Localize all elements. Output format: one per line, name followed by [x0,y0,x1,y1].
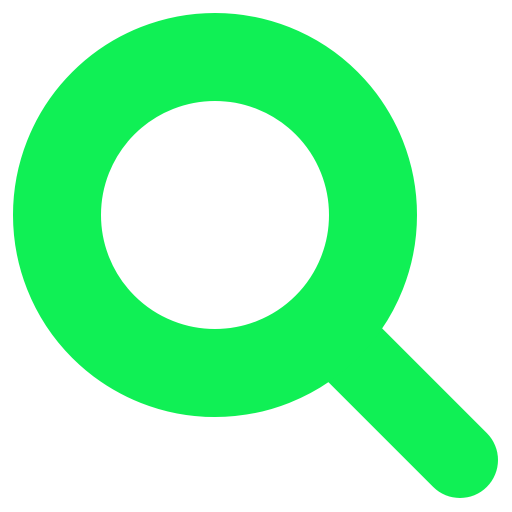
search-icon-lens [13,13,417,417]
search-icon-graphic [13,13,498,498]
search-icon[interactable] [0,0,512,512]
icon-canvas [0,0,512,512]
search-icon-handle [312,312,498,498]
